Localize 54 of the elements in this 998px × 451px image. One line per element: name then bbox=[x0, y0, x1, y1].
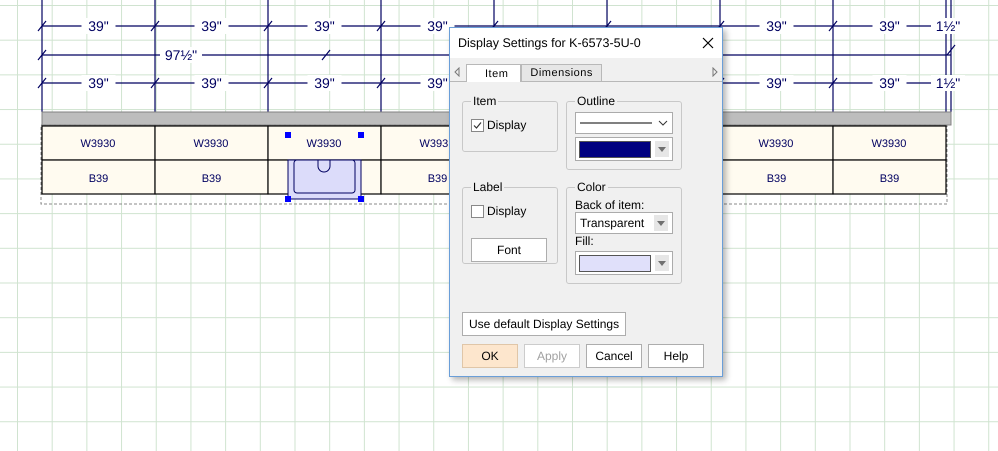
back-color-dropdown[interactable]: Transparent bbox=[575, 212, 673, 234]
dimension-label: 39" bbox=[879, 75, 900, 91]
outline-color-picker[interactable] bbox=[575, 137, 673, 161]
dimension-label: 97½" bbox=[164, 47, 198, 63]
chevron-down-icon bbox=[658, 120, 668, 126]
dimension-label: 39" bbox=[88, 18, 109, 34]
cabinet-label: W3930 bbox=[872, 138, 906, 150]
dimension-label: 39" bbox=[314, 18, 335, 34]
cabinet-label: B39 bbox=[428, 173, 448, 185]
dimension-label: 39" bbox=[879, 18, 900, 34]
dimension-label: 39" bbox=[201, 18, 222, 34]
tab[interactable]: Dimensions bbox=[521, 64, 602, 81]
cabinet-label: B39 bbox=[880, 173, 900, 185]
dimension-label: 39" bbox=[314, 75, 335, 91]
close-icon[interactable] bbox=[702, 37, 714, 49]
cabinet-label: B39 bbox=[88, 173, 108, 185]
checkbox-label: Display bbox=[487, 204, 526, 218]
line-style-dropdown[interactable] bbox=[575, 112, 673, 134]
group-title: Item bbox=[472, 94, 498, 108]
tab[interactable]: Item bbox=[466, 64, 522, 82]
cabinet-label: W3930 bbox=[80, 138, 116, 150]
cabinet-label: W393 bbox=[420, 138, 448, 150]
cabinet-label: W3930 bbox=[306, 138, 342, 150]
default-settings-button[interactable]: Use default Display Settings bbox=[462, 312, 626, 336]
dimension-label: 1½" bbox=[936, 18, 960, 34]
checkbox-label: Display bbox=[487, 118, 526, 132]
cabinet-label: W3930 bbox=[194, 138, 228, 150]
line-style-icon bbox=[580, 121, 652, 125]
checkbox[interactable] bbox=[471, 118, 484, 132]
fill-color-picker[interactable] bbox=[575, 251, 673, 275]
group-title: Color bbox=[576, 180, 607, 194]
checkbox[interactable] bbox=[471, 204, 484, 218]
field-label: Fill: bbox=[575, 234, 595, 248]
field-label: Back of item: bbox=[575, 198, 646, 212]
dialog-button[interactable]: Help bbox=[648, 344, 704, 368]
scroll-right-icon[interactable] bbox=[712, 67, 718, 77]
dimension-label: 39" bbox=[427, 75, 448, 91]
cabinet-label: W3930 bbox=[758, 138, 794, 150]
cabinet-label: B39 bbox=[766, 173, 786, 185]
dialog-button[interactable]: OK bbox=[462, 344, 518, 368]
dimension-label: 39" bbox=[88, 75, 109, 91]
dimension-label: 39" bbox=[766, 75, 787, 91]
dialog-button[interactable]: Cancel bbox=[586, 344, 642, 368]
dimension-label: 39" bbox=[201, 75, 222, 91]
scroll-left-icon[interactable] bbox=[454, 67, 460, 77]
dialog-title: Display Settings for K-6573-5U-0 bbox=[458, 36, 641, 50]
selection-handles[interactable] bbox=[285, 132, 364, 202]
dimension-label: 1½" bbox=[936, 75, 960, 91]
dimension-label: 39" bbox=[766, 18, 787, 34]
font-button[interactable]: Font bbox=[471, 238, 547, 262]
dimension-label: 39" bbox=[427, 18, 448, 34]
group-title: Label bbox=[472, 180, 504, 194]
cabinet-label: B39 bbox=[202, 173, 222, 185]
group-title: Outline bbox=[576, 94, 616, 108]
